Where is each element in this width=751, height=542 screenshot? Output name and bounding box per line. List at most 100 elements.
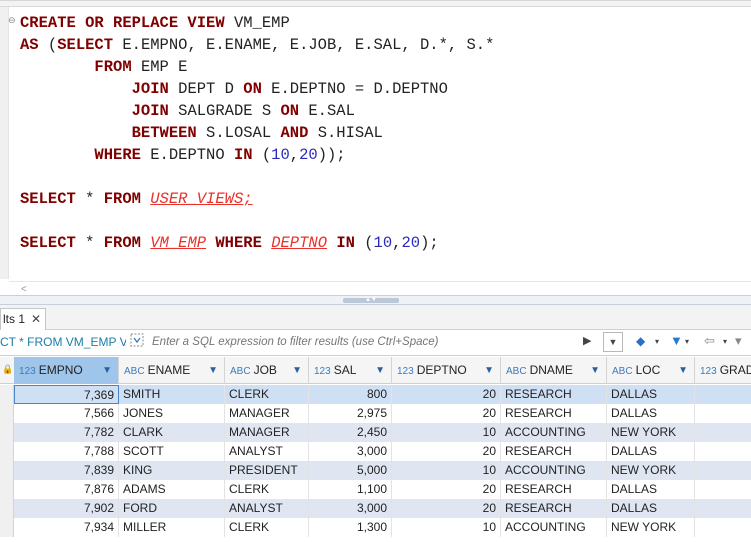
- cell-sal[interactable]: 1,100: [309, 480, 392, 499]
- funnel-dropdown-icon[interactable]: ▾: [685, 337, 689, 346]
- scroll-left-arrow-icon[interactable]: <: [21, 284, 27, 295]
- table-row[interactable]: 7,902 FORD ANALYST 3,000 20 RESEARCH DALLAS: [0, 499, 751, 518]
- cell-grad[interactable]: [695, 499, 751, 518]
- code-line[interactable]: AS (SELECT E.EMPNO, E.ENAME, E.JOB, E.SA…: [20, 34, 494, 56]
- cell-deptno[interactable]: 20: [392, 404, 501, 423]
- column-header-grad[interactable]: 123 GRAD: [695, 357, 751, 384]
- cell-grad[interactable]: [695, 385, 751, 404]
- back-dropdown-icon[interactable]: ▾: [723, 337, 727, 346]
- cell-sal[interactable]: 3,000: [309, 442, 392, 461]
- eraser-icon[interactable]: ◆: [636, 334, 645, 348]
- cell-empno[interactable]: 7,876: [14, 480, 119, 499]
- code-line[interactable]: [20, 210, 494, 232]
- cell-empno[interactable]: 7,839: [14, 461, 119, 480]
- code-line[interactable]: JOIN DEPT D ON E.DEPTNO = D.DEPTNO: [20, 78, 494, 100]
- cell-loc[interactable]: DALLAS: [607, 385, 695, 404]
- cell-job[interactable]: MANAGER: [225, 404, 309, 423]
- cell-dname[interactable]: RESEARCH: [501, 480, 607, 499]
- cell-job[interactable]: ANALYST: [225, 442, 309, 461]
- back-arrow-icon[interactable]: ⇦: [704, 333, 715, 349]
- cell-grad[interactable]: [695, 480, 751, 499]
- cell-loc[interactable]: DALLAS: [607, 404, 695, 423]
- cell-empno[interactable]: 7,566: [14, 404, 119, 423]
- apply-filter-icon[interactable]: ▶: [583, 334, 591, 347]
- row-header[interactable]: [0, 404, 14, 423]
- cell-empno[interactable]: 7,902: [14, 499, 119, 518]
- cell-sal[interactable]: 3,000: [309, 499, 392, 518]
- cell-ename[interactable]: CLARK: [119, 423, 225, 442]
- cell-deptno[interactable]: 10: [392, 423, 501, 442]
- sql-code[interactable]: CREATE OR REPLACE VIEW VM_EMP AS (SELECT …: [20, 12, 494, 254]
- cell-ename[interactable]: JONES: [119, 404, 225, 423]
- sort-dropdown-icon[interactable]: ▼: [678, 357, 688, 384]
- column-header-job[interactable]: ABC JOB ▼: [225, 357, 309, 384]
- cell-ename[interactable]: SCOTT: [119, 442, 225, 461]
- cell-dname[interactable]: ACCOUNTING: [501, 461, 607, 480]
- cell-loc[interactable]: DALLAS: [607, 499, 695, 518]
- row-header[interactable]: [0, 499, 14, 518]
- column-header-ename[interactable]: ABC ENAME ▼: [119, 357, 225, 384]
- row-header[interactable]: [0, 442, 14, 461]
- editor-horizontal-scrollbar[interactable]: <: [9, 281, 751, 295]
- cell-deptno[interactable]: 20: [392, 499, 501, 518]
- cell-job[interactable]: CLERK: [225, 385, 309, 404]
- code-line[interactable]: [20, 166, 494, 188]
- row-header[interactable]: [0, 423, 14, 442]
- cell-dname[interactable]: RESEARCH: [501, 442, 607, 461]
- table-row[interactable]: 7,934 MILLER CLERK 1,300 10 ACCOUNTING NEW YOR…: [0, 518, 751, 537]
- cell-sal[interactable]: 2,975: [309, 404, 392, 423]
- cell-sal[interactable]: 2,450: [309, 423, 392, 442]
- filter-input[interactable]: [152, 333, 582, 351]
- row-header[interactable]: [0, 518, 14, 537]
- cell-loc[interactable]: NEW YORK: [607, 423, 695, 442]
- table-row[interactable]: 7,839 KING PRESIDENT 5,000 10 ACCOUNTING NEW Y…: [0, 461, 751, 480]
- row-header[interactable]: [0, 480, 14, 499]
- code-line[interactable]: JOIN SALGRADE S ON E.SAL: [20, 100, 494, 122]
- cell-loc[interactable]: NEW YORK: [607, 461, 695, 480]
- sort-dropdown-icon[interactable]: ▼: [590, 357, 600, 384]
- table-row[interactable]: 7,788 SCOTT ANALYST 3,000 20 RESEARCH DALLAS: [0, 442, 751, 461]
- cell-ename[interactable]: MILLER: [119, 518, 225, 537]
- sort-dropdown-icon[interactable]: ▼: [484, 357, 494, 384]
- cell-loc[interactable]: NEW YORK: [607, 518, 695, 537]
- column-header-sal[interactable]: 123 SAL ▼: [309, 357, 392, 384]
- table-row[interactable]: 7,876 ADAMS CLERK 1,100 20 RESEARCH DALLAS: [0, 480, 751, 499]
- cell-deptno[interactable]: 10: [392, 461, 501, 480]
- cell-empno[interactable]: 7,369: [14, 385, 119, 404]
- code-line[interactable]: FROM EMP E: [20, 56, 494, 78]
- forward-dropdown-icon[interactable]: ▾: [735, 333, 742, 349]
- cell-empno[interactable]: 7,782: [14, 423, 119, 442]
- cell-grad[interactable]: [695, 442, 751, 461]
- cell-empno[interactable]: 7,934: [14, 518, 119, 537]
- cell-job[interactable]: MANAGER: [225, 423, 309, 442]
- sql-editor[interactable]: ⊖ CREATE OR REPLACE VIEW VM_EMP AS (SELEC…: [0, 0, 751, 281]
- code-line[interactable]: BETWEEN S.LOSAL AND S.HISAL: [20, 122, 494, 144]
- results-grid[interactable]: 🔒 123 EMPNO ▼ ABC ENAME ▼ ABC JOB ▼ 123 SAL ▼ 123 DEPT…: [0, 357, 751, 542]
- cell-job[interactable]: ANALYST: [225, 499, 309, 518]
- table-row[interactable]: 7,369 SMITH CLERK 800 20 RESEARCH DALLAS: [0, 385, 751, 404]
- sort-dropdown-icon[interactable]: ▼: [208, 357, 218, 384]
- code-line[interactable]: WHERE E.DEPTNO IN (10,20));: [20, 144, 494, 166]
- cell-loc[interactable]: DALLAS: [607, 442, 695, 461]
- sort-dropdown-icon[interactable]: ▼: [102, 357, 112, 384]
- cell-grad[interactable]: [695, 404, 751, 423]
- cell-dname[interactable]: ACCOUNTING: [501, 423, 607, 442]
- cell-job[interactable]: PRESIDENT: [225, 461, 309, 480]
- sort-dropdown-icon[interactable]: ▼: [292, 357, 302, 384]
- cell-dname[interactable]: ACCOUNTING: [501, 518, 607, 537]
- cell-job[interactable]: CLERK: [225, 518, 309, 537]
- row-header[interactable]: [0, 385, 14, 404]
- column-header-deptno[interactable]: 123 DEPTNO ▼: [392, 357, 501, 384]
- cell-dname[interactable]: RESEARCH: [501, 385, 607, 404]
- cell-ename[interactable]: SMITH: [119, 385, 225, 404]
- cell-empno[interactable]: 7,788: [14, 442, 119, 461]
- column-header-empno[interactable]: 123 EMPNO ▼: [14, 357, 119, 384]
- cell-dname[interactable]: RESEARCH: [501, 404, 607, 423]
- cell-deptno[interactable]: 20: [392, 442, 501, 461]
- cell-dname[interactable]: RESEARCH: [501, 499, 607, 518]
- cell-sal[interactable]: 1,300: [309, 518, 392, 537]
- column-header-dname[interactable]: ABC DNAME ▼: [501, 357, 607, 384]
- filter-history-dropdown[interactable]: ▼: [603, 332, 623, 352]
- eraser-dropdown-icon[interactable]: ▾: [655, 337, 659, 346]
- sort-dropdown-icon[interactable]: ▼: [375, 357, 385, 384]
